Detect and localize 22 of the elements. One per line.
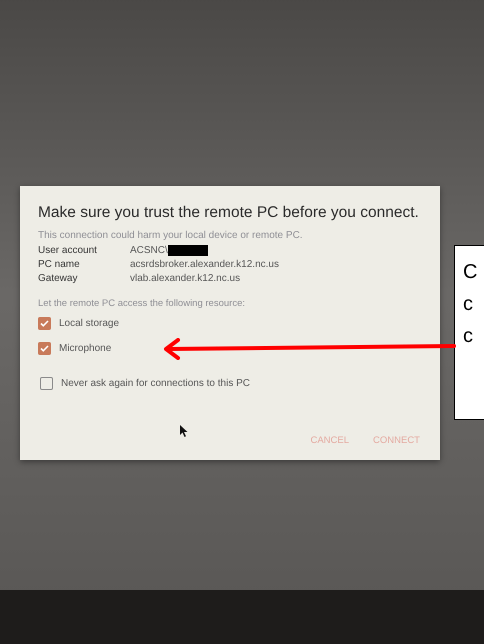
- checkbox[interactable]: [40, 377, 53, 390]
- checkbox[interactable]: [38, 342, 51, 355]
- checkbox[interactable]: [38, 317, 51, 330]
- cancel-button[interactable]: CANCEL: [310, 435, 350, 446]
- detail-label: PC name: [38, 259, 81, 270]
- detail-value: ACSNC\: [130, 245, 168, 256]
- callout-text: C: [463, 260, 478, 284]
- checkbox-label: Microphone: [59, 343, 112, 354]
- detail-value: vlab.alexander.k12.nc.us: [130, 273, 240, 284]
- checkbox-label: Local storage: [59, 318, 120, 329]
- cursor-icon: [180, 425, 188, 437]
- callout-text: c: [463, 324, 474, 348]
- redaction-block: [168, 245, 208, 256]
- detail-label: User account: [38, 245, 98, 256]
- callout-text: c: [463, 292, 474, 316]
- warning-text: This connection could harm your local device or remote PC.: [38, 230, 304, 241]
- detail-label: Gateway: [38, 273, 78, 284]
- resources-label: Let the remote PC access the following resource:: [38, 298, 246, 309]
- checkbox-label: Never ask again for connections to this PC: [61, 378, 250, 389]
- detail-value: acsrdsbroker.alexander.k12.nc.us: [130, 259, 279, 270]
- connect-button[interactable]: CONNECT: [373, 435, 420, 446]
- dialog-title: Make sure you trust the remote PC before you connect.: [38, 204, 420, 222]
